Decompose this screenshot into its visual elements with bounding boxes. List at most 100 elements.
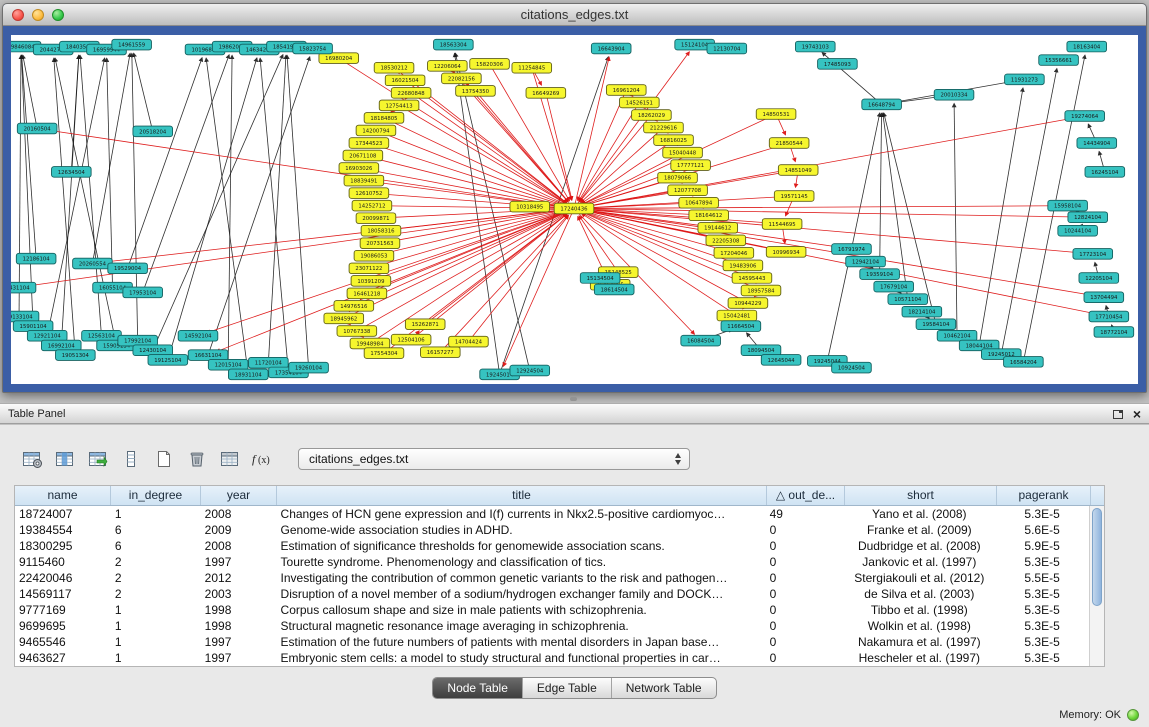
graph-node[interactable]: 11664504: [721, 321, 761, 332]
delete-table-icon[interactable]: [183, 447, 211, 471]
graph-node[interactable]: 18262029: [632, 110, 672, 121]
graph-node[interactable]: 14850531: [756, 109, 796, 120]
graph-node[interactable]: 14592104: [178, 330, 218, 341]
graph-node[interactable]: 17344523: [349, 138, 389, 149]
graph-node[interactable]: 14252712: [352, 200, 392, 211]
tab-network-table[interactable]: Network Table: [612, 678, 716, 698]
graph-node[interactable]: 17679104: [874, 281, 914, 292]
table-select-dropdown[interactable]: citations_edges.txt: [298, 448, 690, 470]
graph-node[interactable]: 12563104: [82, 330, 122, 341]
graph-node[interactable]: 10647894: [679, 197, 719, 208]
graph-node[interactable]: 19051304: [56, 350, 96, 361]
panel-splitter-handle[interactable]: [570, 397, 577, 401]
show-columns-icon[interactable]: [51, 447, 79, 471]
graph-node[interactable]: 19529004: [108, 263, 148, 274]
graph-node[interactable]: 14851049: [778, 165, 818, 176]
close-panel-icon[interactable]: ×: [1133, 407, 1141, 421]
graph-node[interactable]: 16791974: [832, 244, 872, 255]
graph-node[interactable]: 16980204: [319, 53, 359, 64]
add-column-icon[interactable]: [84, 447, 112, 471]
graph-node[interactable]: 18957584: [741, 285, 781, 296]
graph-node[interactable]: 20518204: [133, 126, 173, 137]
graph-node[interactable]: 10318495: [510, 201, 550, 212]
minimize-window-button[interactable]: [32, 9, 44, 21]
graph-node[interactable]: 12634504: [52, 167, 92, 178]
graph-node[interactable]: 14704424: [449, 336, 489, 347]
graph-node[interactable]: 10767338: [337, 326, 377, 337]
graph-node[interactable]: 18931104: [228, 369, 268, 380]
graph-node[interactable]: 12077708: [668, 185, 708, 196]
graph-node[interactable]: 12942104: [846, 256, 886, 267]
graph-node[interactable]: 18163404: [1067, 41, 1107, 52]
network-view[interactable]: 1724043618530212160215042268084812754413…: [11, 35, 1138, 384]
graph-node[interactable]: 16084504: [681, 335, 721, 346]
graph-node[interactable]: 18530212: [374, 62, 414, 73]
graph-node[interactable]: 12186104: [16, 253, 56, 264]
graph-node[interactable]: 12015104: [208, 359, 248, 370]
graph-node[interactable]: 12921104: [27, 330, 67, 341]
graph-node[interactable]: 16816025: [654, 135, 694, 146]
graph-node[interactable]: 14200794: [356, 125, 396, 136]
graph-node[interactable]: 18945962: [324, 313, 364, 324]
graph-node[interactable]: 16992104: [41, 340, 81, 351]
table-row[interactable]: 1456911722003Disruption of a novel membe…: [15, 586, 1089, 602]
graph-node[interactable]: 16649269: [526, 88, 566, 99]
table-row[interactable]: 2242004622012Investigating the contribut…: [15, 570, 1089, 586]
column-header-5[interactable]: short: [845, 486, 997, 505]
graph-node[interactable]: 18614504: [594, 284, 634, 295]
graph-node[interactable]: 14434904: [1077, 138, 1117, 149]
graph-node[interactable]: 12205104: [1079, 273, 1119, 284]
graph-node[interactable]: 14961559: [112, 39, 152, 50]
graph-node[interactable]: 20010334: [934, 89, 974, 100]
column-header-2[interactable]: year: [201, 486, 277, 505]
graph-node[interactable]: 17485093: [818, 59, 858, 70]
column-header-0[interactable]: name: [15, 486, 111, 505]
table-row[interactable]: 977716911998Corpus callosum shape and si…: [15, 602, 1089, 618]
graph-node[interactable]: 19743103: [795, 41, 835, 52]
column-header-3[interactable]: title: [277, 486, 767, 505]
graph-node[interactable]: 15134504: [580, 273, 620, 284]
graph-node[interactable]: 16021504: [385, 75, 425, 86]
graph-node[interactable]: 20099871: [356, 213, 396, 224]
graph-node[interactable]: 20260554: [73, 258, 113, 269]
zoom-window-button[interactable]: [52, 9, 64, 21]
graph-node[interactable]: 21229616: [644, 122, 684, 133]
graph-node[interactable]: 19359104: [860, 269, 900, 280]
graph-node[interactable]: 12130704: [707, 43, 747, 54]
table-scrollbar[interactable]: [1089, 506, 1104, 666]
function-builder-icon[interactable]: f(x): [249, 447, 277, 471]
graph-node[interactable]: 17723104: [1073, 249, 1113, 260]
graph-node[interactable]: 18772104: [1094, 327, 1134, 338]
float-panel-icon[interactable]: [1113, 410, 1123, 419]
graph-node[interactable]: 12924504: [510, 365, 550, 376]
graph-node[interactable]: 10462104: [937, 330, 977, 341]
graph-node[interactable]: 17240436: [554, 203, 594, 214]
graph-node[interactable]: 19133104: [11, 311, 39, 322]
graph-node[interactable]: 19125104: [148, 355, 188, 366]
graph-node[interactable]: 18058316: [361, 225, 401, 236]
tab-edge-table[interactable]: Edge Table: [523, 678, 612, 698]
graph-node[interactable]: 23071122: [349, 263, 389, 274]
graph-node[interactable]: 17710454: [1089, 311, 1129, 322]
graph-node[interactable]: 18563304: [434, 39, 474, 50]
graph-node[interactable]: 17554304: [364, 348, 404, 359]
graph-node[interactable]: 15958104: [1048, 200, 1088, 211]
close-window-button[interactable]: [12, 9, 24, 21]
table-row[interactable]: 1830029562008Estimation of significance …: [15, 538, 1089, 554]
table-row[interactable]: 946362711997Embryonic stem cells: a mode…: [15, 650, 1089, 666]
graph-node[interactable]: 22205308: [706, 235, 746, 246]
graph-node[interactable]: 16648794: [862, 99, 902, 110]
table-row[interactable]: 969969511998Structural magnetic resonanc…: [15, 618, 1089, 634]
graph-node[interactable]: 22680848: [391, 88, 431, 99]
graph-node[interactable]: 13431104: [11, 282, 36, 293]
graph-node[interactable]: 12430104: [133, 345, 173, 356]
graph-node[interactable]: 19483906: [723, 260, 763, 271]
graph-node[interactable]: 16461218: [347, 288, 387, 299]
graph-node[interactable]: 11931273: [1005, 74, 1045, 85]
graph-node[interactable]: 16631104: [188, 350, 228, 361]
graph-node[interactable]: 11720104: [249, 357, 289, 368]
table-row[interactable]: 946554611997Estimation of the future num…: [15, 634, 1089, 650]
graph-node[interactable]: 18079066: [658, 172, 698, 183]
graph-node[interactable]: 12824104: [1068, 212, 1108, 223]
column-header-4[interactable]: △ out_de...: [767, 486, 845, 505]
